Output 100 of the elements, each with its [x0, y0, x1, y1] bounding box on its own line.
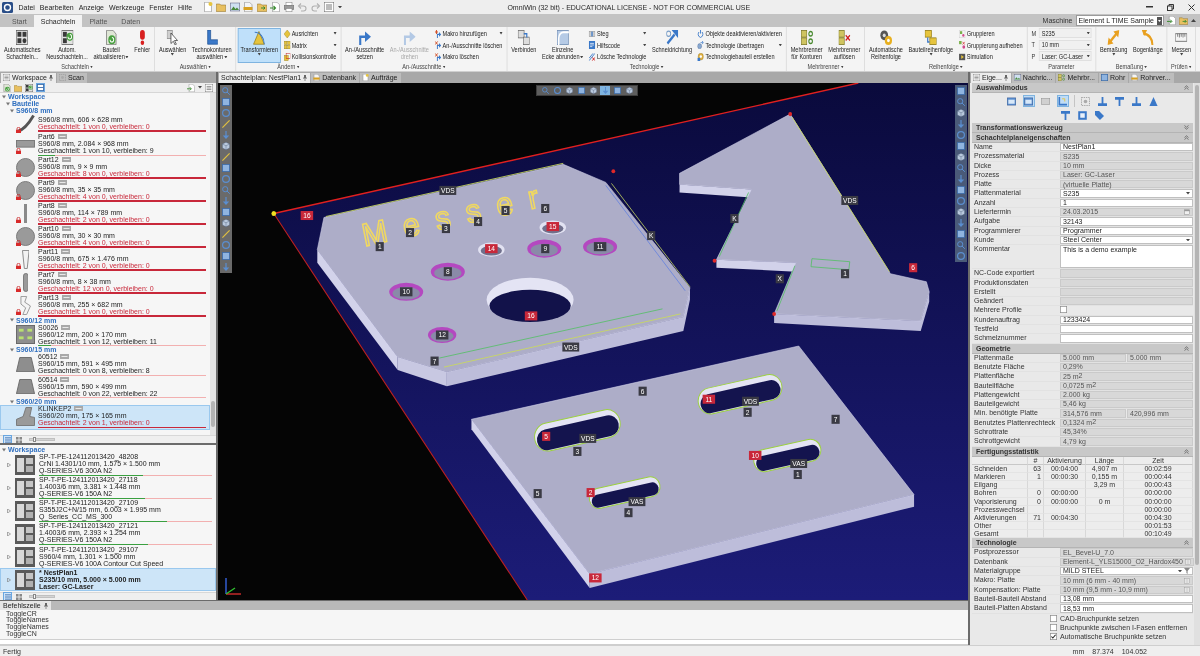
square-icon[interactable] — [222, 252, 230, 260]
restore-icon[interactable] — [1167, 3, 1174, 11]
zoom-slider-thumb[interactable] — [33, 594, 37, 599]
filter-icon[interactable] — [1184, 568, 1190, 575]
parts-grid-arrow-icon[interactable] — [25, 83, 33, 92]
expand-arrow-icon[interactable] — [10, 108, 14, 113]
expand-arrow-icon[interactable] — [7, 577, 11, 582]
zoom-slider-track[interactable] — [29, 595, 55, 598]
browse-icon[interactable] — [1184, 558, 1191, 565]
arrow-icon[interactable] — [222, 197, 230, 205]
expand-arrow-icon[interactable] — [7, 508, 11, 513]
redo-icon[interactable] — [310, 2, 321, 12]
magnifier-icon[interactable] — [222, 186, 230, 194]
file-icon[interactable] — [243, 2, 254, 12]
arrow-icon[interactable] — [222, 131, 230, 139]
square-icon[interactable] — [222, 98, 230, 106]
collapse-icon[interactable] — [1184, 448, 1189, 454]
expand-arrow-icon[interactable] — [7, 462, 11, 467]
selection-mode-button[interactable] — [1130, 95, 1143, 107]
square-icon[interactable] — [222, 164, 230, 172]
undo-icon[interactable] — [297, 2, 308, 12]
circle-icon[interactable] — [957, 197, 965, 205]
document-icon[interactable] — [202, 2, 213, 12]
selection-mode-button[interactable] — [1022, 95, 1035, 107]
calendar-icon[interactable] — [1184, 209, 1190, 216]
selection-mode-button[interactable] — [1093, 109, 1106, 121]
minimize-icon[interactable] — [1146, 6, 1153, 8]
view-tool-button[interactable] — [564, 86, 574, 95]
cube-icon[interactable] — [222, 142, 230, 150]
browse-icon[interactable] — [1184, 577, 1190, 584]
folder-icon[interactable] — [216, 2, 227, 12]
collapse-icon[interactable] — [1184, 540, 1189, 546]
cube-icon[interactable] — [957, 208, 965, 216]
expand-arrow-icon[interactable] — [7, 531, 11, 536]
view-tool-button[interactable] — [576, 86, 586, 95]
expand-arrow-icon[interactable] — [7, 554, 11, 559]
cube-icon[interactable] — [957, 153, 965, 161]
square-icon[interactable] — [222, 208, 230, 216]
checkbox[interactable] — [1050, 623, 1057, 631]
collapse-icon[interactable] — [1184, 135, 1189, 140]
cube-icon[interactable] — [957, 109, 965, 117]
property-field[interactable] — [1060, 325, 1193, 334]
checkbox[interactable] — [1060, 306, 1067, 314]
line-icon[interactable] — [222, 230, 230, 238]
scrollbar-thumb[interactable] — [211, 401, 215, 427]
magnifier-icon[interactable] — [222, 87, 230, 95]
checkbox[interactable] — [1050, 614, 1057, 622]
selection-mode-button[interactable] — [1039, 95, 1052, 107]
selection-mode-button[interactable] — [1096, 95, 1109, 107]
pin-icon[interactable] — [1003, 74, 1008, 81]
square-icon[interactable] — [957, 87, 965, 95]
expand-arrow-icon[interactable] — [10, 399, 14, 404]
collapse-icon[interactable] — [1184, 345, 1189, 351]
circle-icon[interactable] — [957, 131, 965, 139]
picture-icon[interactable] — [229, 2, 240, 12]
checkbox[interactable] — [1050, 632, 1057, 640]
tile-view-button[interactable] — [14, 592, 23, 600]
circle-icon[interactable] — [222, 175, 230, 183]
selection-mode-button[interactable] — [1079, 95, 1092, 107]
circle-icon[interactable] — [957, 252, 965, 260]
expand-arrow-icon[interactable] — [10, 347, 14, 352]
browse-icon[interactable] — [1184, 586, 1190, 593]
close-icon[interactable] — [1188, 3, 1195, 11]
view-tool-button[interactable] — [540, 86, 550, 95]
document-arrow-icon[interactable] — [270, 2, 281, 12]
pin-icon[interactable] — [48, 74, 53, 81]
arrow-icon[interactable] — [957, 175, 965, 183]
selection-mode-button[interactable] — [1059, 109, 1072, 121]
document-arrow-icon[interactable] — [1167, 16, 1176, 25]
pin-icon[interactable] — [43, 602, 48, 609]
magnifier-icon[interactable] — [957, 164, 965, 172]
view-tool-button[interactable] — [552, 86, 562, 95]
list-icon[interactable] — [205, 83, 213, 92]
selection-mode-button[interactable] — [1076, 109, 1089, 121]
selection-mode-button[interactable] — [1113, 95, 1126, 107]
folder-arrow-icon[interactable] — [1179, 16, 1188, 25]
folder-arrow-icon[interactable] — [256, 2, 267, 12]
selection-mode-button[interactable] — [1147, 95, 1160, 107]
printer-icon[interactable] — [283, 2, 294, 12]
square-icon[interactable] — [957, 142, 965, 150]
zoom-slider-track[interactable] — [29, 438, 55, 441]
selection-mode-button[interactable] — [1056, 95, 1069, 107]
selection-mode-button[interactable] — [1005, 95, 1018, 107]
command-input[interactable] — [0, 639, 968, 645]
split-view-button[interactable] — [36, 83, 45, 92]
pin-icon[interactable] — [303, 74, 308, 81]
magnifier-icon[interactable] — [957, 98, 965, 106]
view-tool-button[interactable] — [588, 86, 598, 95]
expand-arrow-icon[interactable] — [2, 94, 6, 99]
collapse-icon[interactable] — [1184, 85, 1189, 90]
expand-arrow-icon[interactable] — [10, 318, 14, 322]
scrollbar-thumb[interactable] — [1195, 85, 1199, 565]
line-icon[interactable] — [222, 153, 230, 161]
list-icon[interactable] — [324, 2, 335, 12]
tile-view-button[interactable] — [14, 435, 23, 444]
line-icon[interactable] — [222, 120, 230, 128]
magnifier-icon[interactable] — [957, 241, 965, 249]
square-icon[interactable] — [957, 230, 965, 238]
expand-arrow-icon[interactable] — [7, 485, 11, 490]
expand-arrow-icon[interactable] — [6, 101, 10, 106]
